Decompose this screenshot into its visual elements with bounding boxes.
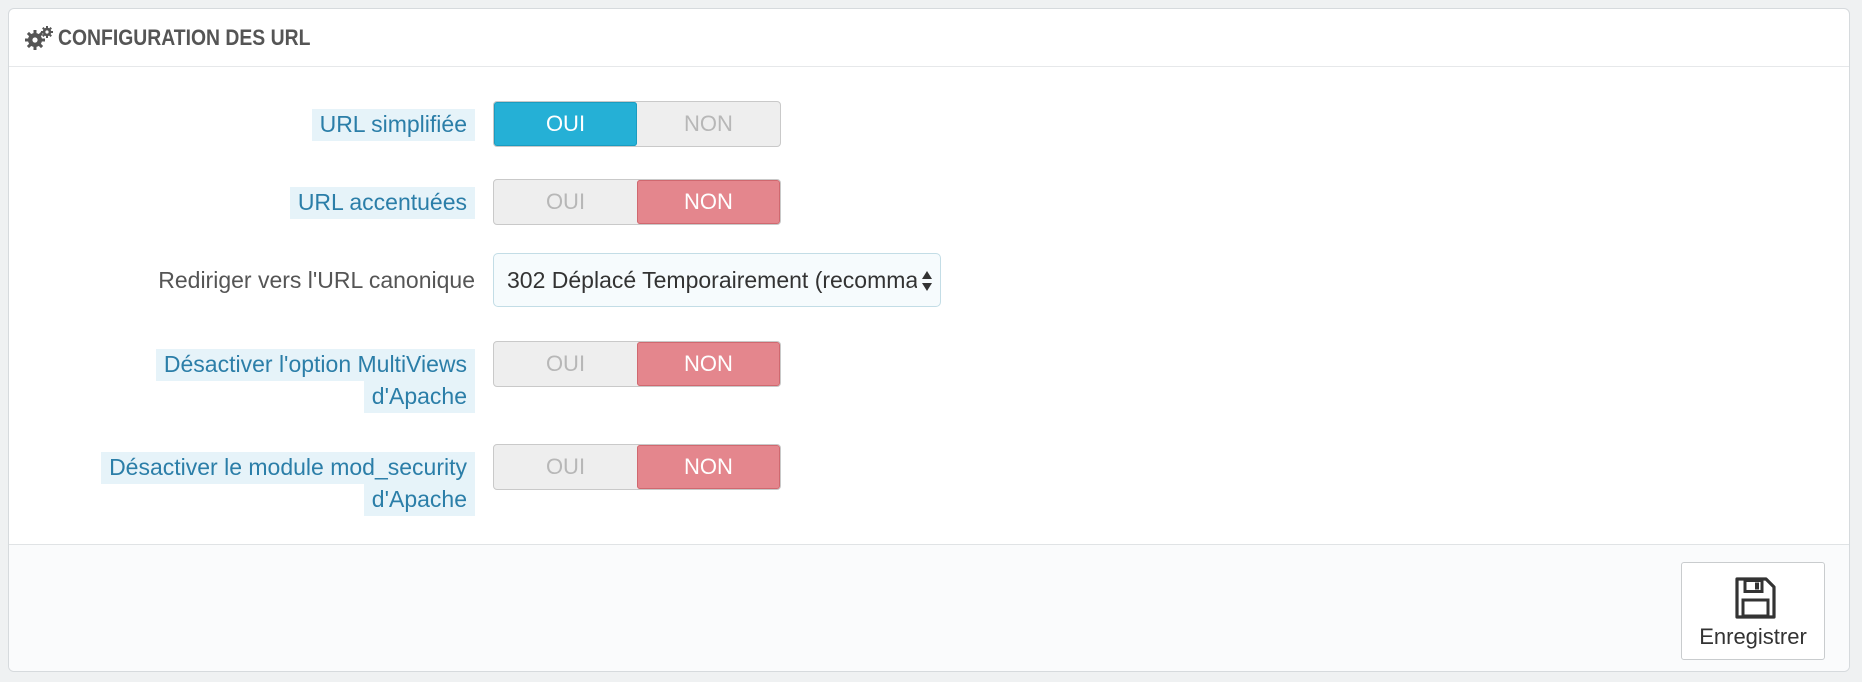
panel-footer: Enregistrer — [9, 544, 1849, 671]
switch-multiviews[interactable]: OUI NON — [493, 341, 781, 387]
canonical-redirect-select[interactable]: 302 Déplacé Temporairement (recomma — [493, 253, 941, 307]
save-button-label: Enregistrer — [1699, 624, 1807, 649]
switch-accented-url[interactable]: OUI NON — [493, 179, 781, 225]
label-mod-security[interactable]: Désactiver le module mod_security d'Apac… — [101, 451, 475, 516]
floppy-disk-icon — [1735, 577, 1776, 619]
option-no[interactable]: NON — [637, 342, 780, 386]
form-row-accented-url: URL accentuées OUI NON — [9, 179, 1849, 227]
select-value: 302 Déplacé Temporairement (recomma — [507, 266, 917, 293]
option-no[interactable]: NON — [637, 180, 780, 224]
form-row-mod-security: Désactiver le module mod_security d'Apac… — [9, 444, 1849, 524]
option-no[interactable]: NON — [637, 445, 780, 489]
select-arrows-icon — [922, 271, 932, 291]
switch-mod-security[interactable]: OUI NON — [493, 444, 781, 490]
label-simplified-url[interactable]: URL simplifiée — [311, 108, 475, 141]
switch-simplified-url[interactable]: OUI NON — [493, 101, 781, 147]
form-row-multiviews: Désactiver l'option MultiViews d'Apache … — [9, 341, 1849, 421]
option-yes[interactable]: OUI — [494, 102, 637, 146]
panel-heading: CONFIGURATION DES URL — [9, 9, 1849, 67]
option-no[interactable]: NON — [637, 102, 780, 146]
option-yes[interactable]: OUI — [494, 445, 637, 489]
label-canonical-redirect: Rediriger vers l'URL canonique — [158, 267, 475, 293]
option-yes[interactable]: OUI — [494, 342, 637, 386]
option-yes[interactable]: OUI — [494, 180, 637, 224]
form-row-canonical-redirect: Rediriger vers l'URL canonique 302 Dépla… — [9, 253, 1849, 309]
label-multiviews[interactable]: Désactiver l'option MultiViews d'Apache — [155, 348, 475, 413]
form-row-simplified-url: URL simplifiée OUI NON — [9, 101, 1849, 149]
label-accented-url[interactable]: URL accentuées — [289, 186, 475, 219]
panel-title: CONFIGURATION DES URL — [58, 24, 311, 50]
save-button[interactable]: Enregistrer — [1681, 562, 1825, 660]
gears-icon — [25, 25, 53, 50]
url-configuration-panel: CONFIGURATION DES URL URL simplifiée OUI… — [8, 8, 1850, 672]
